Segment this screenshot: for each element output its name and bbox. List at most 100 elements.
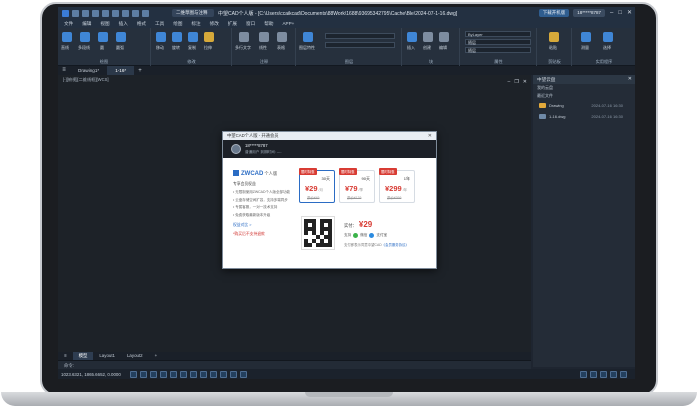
fullscreen-icon[interactable]	[610, 370, 617, 378]
menu-item[interactable]: APP+	[282, 21, 294, 26]
transparency-toggle[interactable]	[229, 370, 237, 378]
menu-item[interactable]: 格式	[137, 21, 146, 27]
select-label: 选择	[603, 45, 611, 50]
compare-benefits-link[interactable]: 权益对比 >	[233, 223, 297, 228]
stretch-tool-icon[interactable]	[204, 32, 214, 42]
plan-original-price: 原价¥49	[307, 196, 320, 200]
pay-amount: 实付： ¥29	[344, 220, 432, 229]
redo-icon[interactable]	[132, 9, 139, 17]
logo-edition: 个人版	[264, 171, 278, 176]
menu-item[interactable]: 绘图	[173, 21, 182, 27]
polyline-tool-icon[interactable]	[80, 32, 90, 42]
snap-toggle[interactable]	[129, 370, 137, 378]
tab-model[interactable]: 模型	[72, 352, 94, 360]
copy-tool-icon[interactable]	[188, 32, 198, 42]
app-logo-icon[interactable]	[62, 9, 69, 17]
open-file-icon[interactable]	[82, 9, 89, 17]
annotation-scale-toggle[interactable]	[219, 370, 227, 378]
lineweight-toggle[interactable]	[189, 370, 197, 378]
menu-item[interactable]: 工具	[155, 21, 164, 27]
menu-item[interactable]: 视图	[100, 21, 109, 27]
rotate-tool-icon[interactable]	[172, 32, 182, 42]
viewport-restore-icon[interactable]: ❐	[514, 79, 518, 85]
lineweight-dropdown[interactable]: 随层	[465, 47, 531, 53]
cloud-nav-item[interactable]: 我的云盘	[533, 84, 635, 92]
isolate-objects-icon[interactable]	[590, 370, 597, 378]
linear-dim-icon[interactable]	[259, 32, 269, 42]
table-tool-icon[interactable]	[277, 32, 287, 42]
move-tool-icon[interactable]	[156, 32, 166, 42]
create-block-icon[interactable]	[423, 32, 433, 42]
polar-toggle[interactable]	[159, 370, 167, 378]
close-icon[interactable]: ✕	[627, 10, 632, 16]
tab-1-16[interactable]: 1-16*	[107, 66, 135, 75]
hardware-accel-icon[interactable]	[600, 370, 607, 378]
plan-card-quarterly[interactable]: 限时特惠 90天 ¥79/季 原价¥129	[339, 168, 375, 203]
new-file-icon[interactable]	[72, 9, 79, 17]
menu-icon[interactable]: ≡	[58, 66, 70, 75]
pay-label: 实付：	[344, 223, 357, 228]
line-tool-icon[interactable]	[62, 32, 72, 42]
plan-price-value: ¥79	[345, 184, 358, 193]
workspace-switch-icon[interactable]	[580, 370, 587, 378]
tab-layout1[interactable]: Layout1	[93, 352, 121, 360]
plan-card-yearly[interactable]: 限时特惠 1年 ¥299/年 原价¥399	[379, 168, 415, 203]
paste-icon[interactable]	[549, 32, 559, 42]
menu-item[interactable]: 插入	[119, 21, 128, 27]
menu-item[interactable]: 编辑	[82, 21, 91, 27]
menu-item[interactable]: 标注	[191, 21, 200, 27]
layer-state-dropdown[interactable]	[325, 42, 395, 48]
layer-properties-icon[interactable]	[303, 32, 313, 42]
customize-status-icon[interactable]	[620, 370, 627, 378]
save-as-icon[interactable]	[102, 9, 109, 17]
viewport-close-icon[interactable]: ✕	[523, 79, 527, 85]
menu-item[interactable]: 文件	[64, 21, 73, 27]
command-line[interactable]: 命令:	[58, 360, 531, 369]
layer-dropdown[interactable]	[325, 33, 395, 39]
tab-layout2[interactable]: Layout2	[121, 352, 149, 360]
edit-block-icon[interactable]	[439, 32, 449, 42]
menu-item[interactable]: 帮助	[264, 21, 273, 27]
user-account-button[interactable]: 18*****8787	[573, 9, 605, 17]
cloud-nav-item[interactable]: 最近文件	[533, 92, 635, 100]
upgrade-button[interactable]: 下载开机版	[538, 9, 570, 17]
tab-drawing1[interactable]: Drawing1*	[70, 66, 107, 75]
layout-menu-icon[interactable]: ≡	[58, 352, 73, 360]
minimize-icon[interactable]: –	[610, 10, 613, 16]
viewport-label[interactable]: [-][俯视][二维线框][WCS]	[63, 77, 109, 83]
linetype-dropdown[interactable]: 随层	[465, 39, 531, 45]
settings-icon[interactable]	[142, 9, 149, 17]
measure-icon[interactable]	[581, 32, 591, 42]
quick-props-toggle[interactable]	[239, 370, 247, 378]
cloud-file-row[interactable]: 1-16.dwg 2024-07-16 16:30	[533, 111, 635, 122]
menu-item[interactable]: 扩展	[228, 21, 237, 27]
menu-item[interactable]: 修改	[210, 21, 219, 27]
selection-cycle-toggle[interactable]	[209, 370, 217, 378]
wechat-pay-label: 微信	[360, 233, 368, 237]
otrack-toggle[interactable]	[179, 370, 187, 378]
cloud-file-row[interactable]: Drawing 2024-07-16 16:30	[533, 100, 635, 111]
ortho-toggle[interactable]	[149, 370, 157, 378]
viewport-minimize-icon[interactable]: –	[508, 79, 511, 85]
arc-tool-icon[interactable]	[116, 32, 126, 42]
print-icon[interactable]	[112, 9, 119, 17]
mtext-tool-icon[interactable]	[239, 32, 249, 42]
color-dropdown[interactable]: ByLayer	[465, 31, 531, 37]
circle-tool-icon[interactable]	[98, 32, 108, 42]
insert-block-icon[interactable]	[407, 32, 417, 42]
new-tab-icon[interactable]: +	[134, 68, 146, 74]
panel-close-icon[interactable]: ✕	[628, 75, 632, 84]
service-agreement-link[interactable]: 《会员服务协议》	[382, 243, 409, 247]
undo-icon[interactable]	[122, 9, 129, 17]
dynamic-input-toggle[interactable]	[199, 370, 207, 378]
add-layout-icon[interactable]: +	[149, 352, 164, 360]
menu-item[interactable]: 窗口	[246, 21, 255, 27]
maximize-icon[interactable]: □	[618, 10, 622, 16]
save-icon[interactable]	[92, 9, 99, 17]
osnap-toggle[interactable]	[169, 370, 177, 378]
plan-card-monthly[interactable]: 限时特惠 30天 ¥29/月 原价¥49	[299, 168, 335, 203]
workspace-selector[interactable]: 二维草图与注释	[172, 9, 214, 17]
dialog-close-icon[interactable]: ✕	[428, 132, 432, 140]
select-icon[interactable]	[603, 32, 613, 42]
grid-toggle[interactable]	[139, 370, 147, 378]
